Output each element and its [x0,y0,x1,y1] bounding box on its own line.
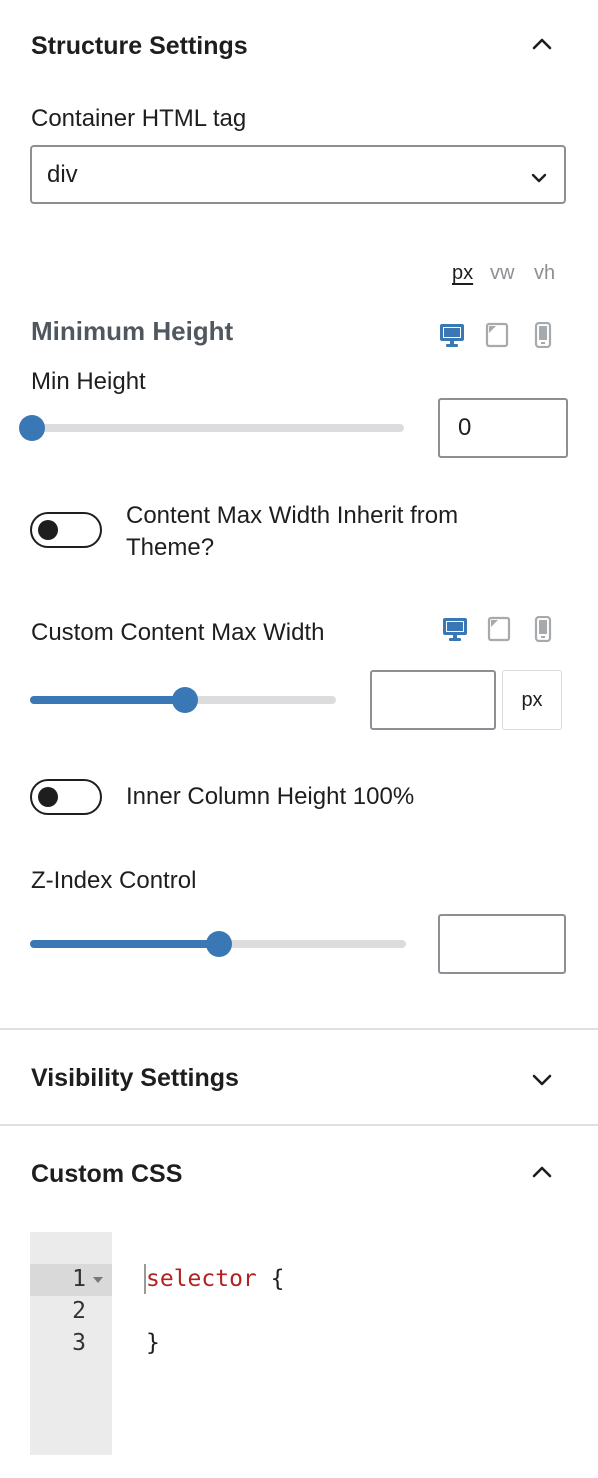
z-index-slider[interactable] [30,931,406,957]
mobile-icon[interactable] [530,616,556,642]
unit-px[interactable]: px [452,262,473,285]
fold-arrow-icon[interactable] [92,1275,104,1285]
z-index-input[interactable] [438,914,566,974]
css-selector-token: selector [146,1266,257,1292]
container-tag-value: div [47,161,78,188]
unit-vh[interactable]: vh [534,262,555,285]
desktop-icon[interactable] [442,616,468,642]
inner-column-height-toggle[interactable] [30,779,102,815]
z-index-label: Z-Index Control [31,867,197,894]
visibility-settings-title[interactable]: Visibility Settings [31,1064,239,1093]
custom-max-width-slider[interactable] [30,687,336,713]
line-number: 2 [72,1298,86,1324]
content-max-width-inherit-label: Content Max Width Inherit from Theme? [126,502,459,561]
tablet-icon[interactable] [484,322,510,348]
divider [0,1028,598,1030]
content-max-width-inherit-toggle[interactable] [30,512,102,548]
custom-max-width-input[interactable] [370,670,496,730]
chevron-up-icon[interactable] [528,30,556,58]
toggle-knob [38,787,58,807]
min-height-slider[interactable] [19,415,404,441]
toggle-knob [38,520,58,540]
line-number: 1 [72,1266,86,1292]
custom-max-width-slider-fill [30,696,185,704]
container-tag-label: Container HTML tag [31,105,247,132]
code-line-3[interactable]: } [146,1330,160,1356]
custom-max-width-label: Custom Content Max Width [31,619,325,646]
container-tag-select[interactable]: div [30,145,566,204]
min-height-slider-thumb[interactable] [19,415,45,441]
inner-column-height-label: Inner Column Height 100% [126,783,415,810]
chevron-down-icon [531,173,547,183]
line-number: 3 [72,1330,86,1356]
structure-settings-title[interactable]: Structure Settings [31,32,248,61]
min-height-label: Min Height [31,368,146,395]
divider [0,1124,598,1126]
mobile-icon[interactable] [530,322,556,348]
custom-max-width-slider-thumb[interactable] [172,687,198,713]
minimum-height-title: Minimum Height [31,316,234,346]
min-height-input[interactable]: 0 [438,398,568,458]
chevron-down-icon[interactable] [528,1066,556,1094]
z-index-slider-thumb[interactable] [206,931,232,957]
custom-css-title[interactable]: Custom CSS [31,1160,182,1189]
code-line-1[interactable]: selector { [146,1266,284,1292]
unit-vw[interactable]: vw [490,262,514,285]
z-index-slider-fill [30,940,219,948]
desktop-icon[interactable] [439,322,465,348]
css-brace-token: { [256,1266,285,1292]
tablet-icon[interactable] [486,616,512,642]
chevron-up-icon[interactable] [528,1158,556,1186]
custom-max-width-unit[interactable]: px [502,670,562,730]
